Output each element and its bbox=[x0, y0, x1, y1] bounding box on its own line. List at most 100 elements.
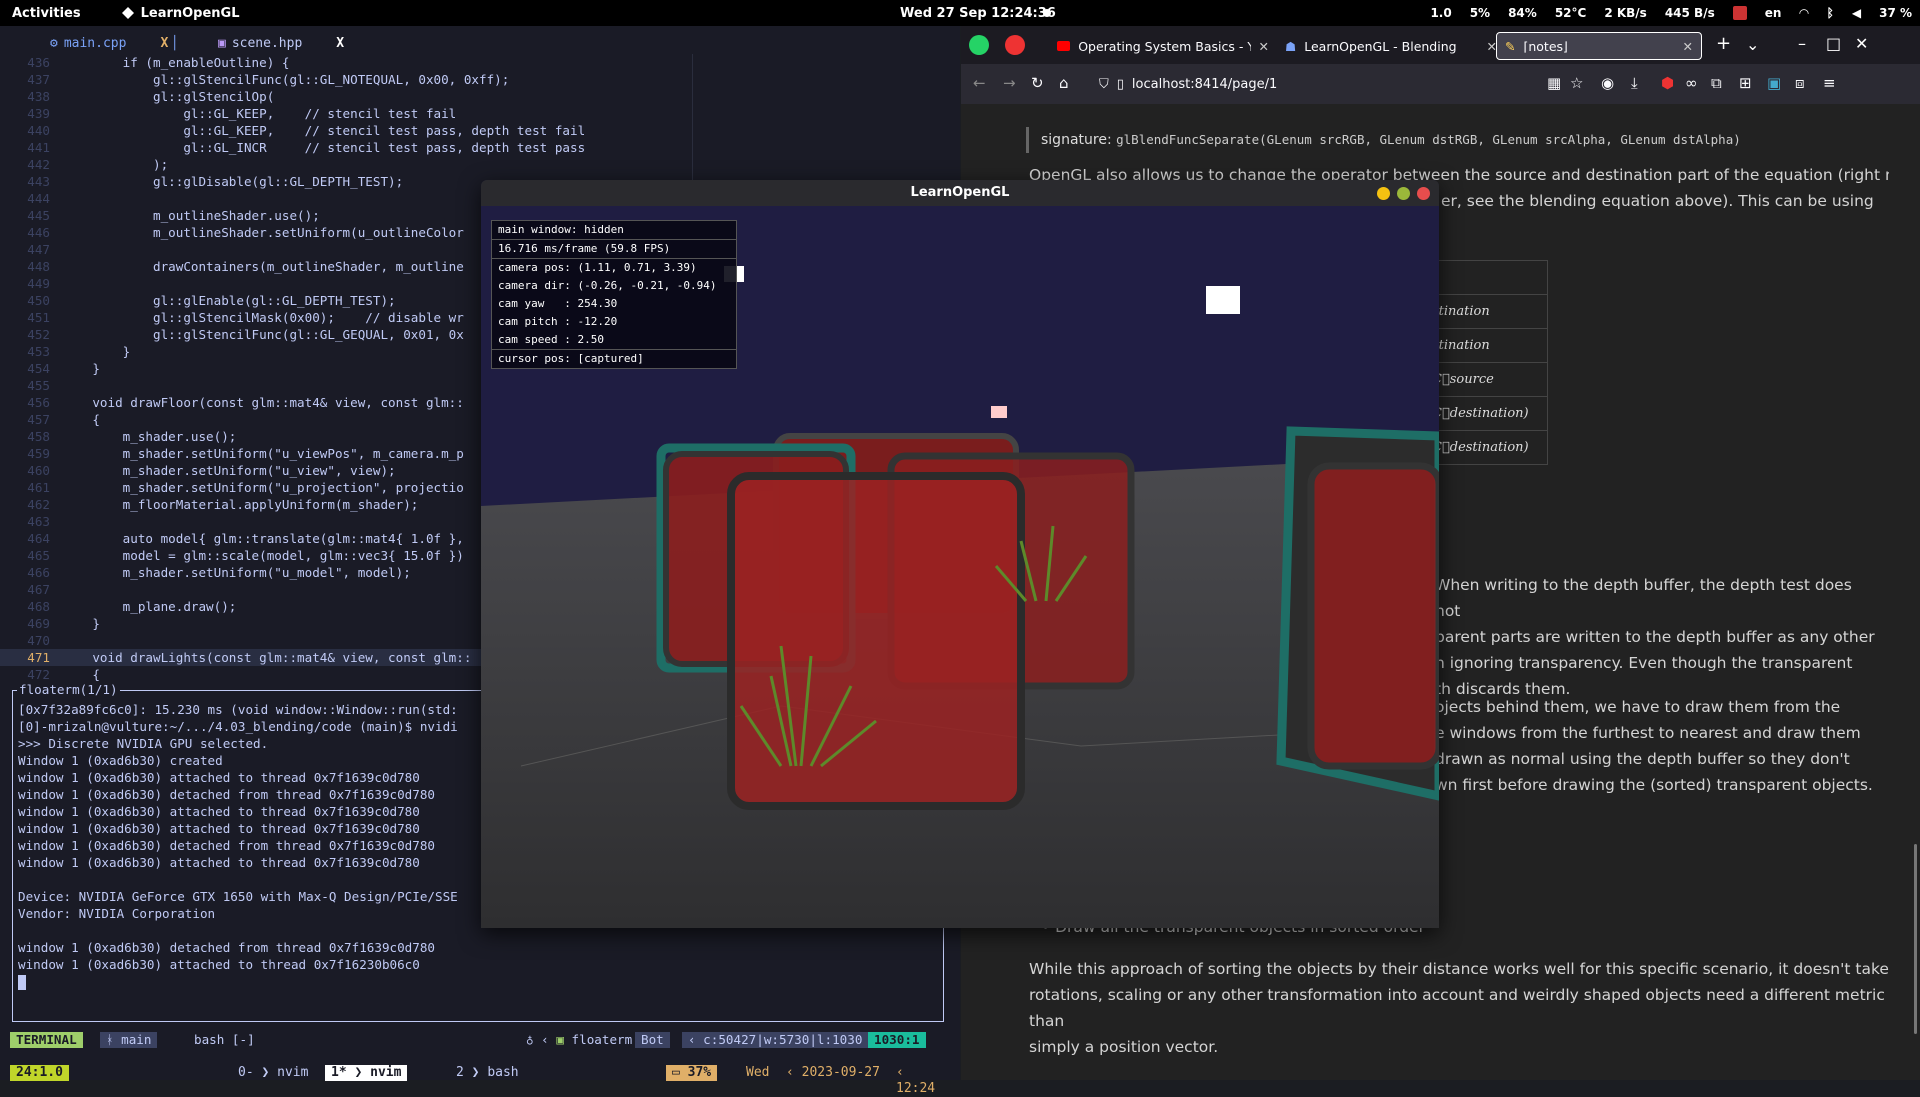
minimize-icon[interactable]: – bbox=[1798, 34, 1806, 53]
close-button[interactable] bbox=[1417, 187, 1430, 200]
eq-row: C⃗destination) bbox=[1432, 439, 1529, 455]
line-text: model = glm::scale(model, glm::vec3{ 15.… bbox=[62, 548, 464, 563]
new-tab-icon[interactable]: + bbox=[1716, 33, 1731, 54]
tab-main-cpp[interactable]: ⚙ main.cpp X ▏ bbox=[50, 36, 182, 51]
minimize-button[interactable] bbox=[1377, 187, 1390, 200]
branch-name: main bbox=[121, 1032, 152, 1047]
wifi-icon[interactable]: ◠ bbox=[1799, 6, 1808, 20]
close-tab-icon[interactable]: ✕ bbox=[1259, 39, 1269, 54]
line-text: gl::GL_INCR // stencil test pass, depth … bbox=[62, 140, 586, 155]
translate-icon[interactable]: ⧉ bbox=[1711, 74, 1722, 92]
maximize-button[interactable] bbox=[1397, 187, 1410, 200]
tmux-window-2[interactable]: 2 ❯ bash bbox=[450, 1065, 525, 1081]
learnopengl-window[interactable]: LearnOpenGL main window: hidden 16.716 m… bbox=[481, 180, 1439, 928]
tmux-window-1[interactable]: 1* ❯ nvim bbox=[325, 1065, 408, 1081]
tab-divider: ▏ bbox=[174, 36, 183, 51]
load-indicator: 1.0 bbox=[1430, 6, 1452, 20]
camera-dir: camera dir: (-0.26, -0.21, -0.94) bbox=[498, 279, 717, 292]
puzzle-icon[interactable]: ⧈ bbox=[1795, 74, 1805, 92]
volume-icon[interactable]: ◀ bbox=[1852, 6, 1861, 20]
text-line: parent parts are written to the depth bu… bbox=[1435, 628, 1875, 646]
battery-value: 37% bbox=[687, 1065, 712, 1080]
floaterm-title: floaterm(1/1) bbox=[17, 681, 120, 698]
line-text: m_shader.setUniform("u_viewPos", m_camer… bbox=[62, 446, 464, 461]
whatsapp-icon[interactable] bbox=[969, 35, 989, 55]
code-line[interactable]: 439 gl::GL_KEEP, // stencil test fail bbox=[0, 105, 960, 122]
window-index: 0- bbox=[238, 1065, 254, 1080]
line-text: m_shader.setUniform("u_model", model); bbox=[62, 565, 411, 580]
code-line[interactable]: 438 gl::glStencilOp( bbox=[0, 88, 960, 105]
terminal-line: window 1 (0xad6b30) detached from thread… bbox=[18, 940, 436, 955]
line-number: 443 bbox=[27, 174, 50, 189]
pinned-app-icon[interactable] bbox=[1005, 35, 1025, 55]
code-line[interactable]: 437 gl::glStencilFunc(gl::GL_NOTEQUAL, 0… bbox=[0, 71, 960, 88]
line-number: 451 bbox=[27, 310, 50, 325]
code-line[interactable]: 442 ); bbox=[0, 156, 960, 173]
battery-indicator[interactable]: 37 % bbox=[1879, 6, 1912, 20]
tab-list-icon[interactable]: ⌄ bbox=[1746, 35, 1759, 54]
save-icon[interactable]: ▣ bbox=[1767, 74, 1781, 92]
extension-icon-2[interactable]: ∞ bbox=[1685, 74, 1698, 92]
tmux-window-0[interactable]: 0- ❯ nvim bbox=[232, 1065, 314, 1081]
url-text[interactable]: localhost:8414/page/1 bbox=[1132, 77, 1277, 92]
tab-learnopengl[interactable]: ☗ LearnOpenGL - Blending ✕ bbox=[1277, 32, 1505, 60]
line-number: 447 bbox=[27, 242, 50, 257]
app-menu[interactable]: LearnOpenGL bbox=[121, 6, 240, 21]
maximize-icon[interactable]: □ bbox=[1826, 34, 1841, 53]
shield-icon[interactable]: ⛉ bbox=[1099, 77, 1109, 92]
code-line[interactable]: 436 if (m_enableOutline) { bbox=[0, 54, 960, 71]
system-tray[interactable]: 1.0 5% 84% 52°C 2 KB/s 445 B/s en ◠ ᛒ ◀ … bbox=[1430, 6, 1912, 20]
extension-grid-icon[interactable]: ▦ bbox=[1547, 74, 1561, 92]
tab-close-icon[interactable]: X bbox=[336, 36, 344, 51]
activities-button[interactable]: Activities bbox=[12, 6, 81, 21]
code-line[interactable]: 440 gl::GL_KEEP, // stencil test pass, d… bbox=[0, 122, 960, 139]
signature-code: glBlendFuncSeparate(GLenum srcRGB, GLenu… bbox=[1116, 132, 1741, 147]
tmux-session[interactable]: 24:1.0 bbox=[10, 1065, 69, 1081]
shell-name: bash [-] bbox=[194, 1032, 255, 1047]
box-far-right bbox=[1307, 462, 1439, 770]
statusline: TERMINAL ᚼ main bash [-] ♁ ‹ ▣ floaterm … bbox=[10, 1032, 946, 1048]
bluetooth-icon[interactable]: ᛒ bbox=[1827, 6, 1834, 20]
back-icon[interactable]: ← bbox=[973, 74, 986, 92]
tab-notes[interactable]: ✎ ⌈notes⌋ ✕ bbox=[1496, 32, 1702, 60]
tab-os-basics[interactable]: Operating System Basics - Yo ✕ bbox=[1049, 32, 1277, 60]
line-text: m_outlineShader.use(); bbox=[62, 208, 320, 223]
download-icon[interactable]: ⤓ bbox=[1631, 74, 1638, 92]
top-bar: Activities LearnOpenGL Wed 27 Sep 12:24:… bbox=[0, 0, 1920, 26]
render-viewport[interactable]: main window: hidden 16.716 ms/frame (59.… bbox=[481, 206, 1439, 928]
scrollbar[interactable] bbox=[1914, 844, 1917, 1034]
window-titlebar[interactable]: LearnOpenGL bbox=[481, 180, 1439, 206]
line-text: gl::GL_KEEP, // stencil test pass, depth… bbox=[62, 123, 586, 138]
tmux-battery: ▭ 37% bbox=[666, 1065, 718, 1081]
debug-overlay: main window: hidden 16.716 ms/frame (59.… bbox=[491, 220, 737, 369]
line-number: 449 bbox=[27, 276, 50, 291]
terminal-cursor bbox=[18, 975, 26, 990]
menu-icon[interactable]: ≡ bbox=[1823, 74, 1836, 92]
clock[interactable]: Wed 27 Sep 12:24:36 bbox=[900, 6, 1056, 21]
line-number: 450 bbox=[27, 293, 50, 308]
eq-row: stination bbox=[1432, 295, 1547, 329]
line-number: 453 bbox=[27, 344, 50, 359]
text-line: simply a position vector. bbox=[1029, 1038, 1219, 1056]
url-bar[interactable]: ⛉ ▯ localhost:8414/page/1 bbox=[1099, 69, 1439, 99]
close-window-icon[interactable]: ✕ bbox=[1855, 34, 1868, 53]
tab-scene-hpp[interactable]: ▣ scene.hpp X bbox=[218, 36, 344, 51]
close-tab-icon[interactable]: ✕ bbox=[1683, 39, 1693, 54]
extensions-icon[interactable]: ⊞ bbox=[1739, 74, 1752, 92]
forward-icon[interactable]: → bbox=[1003, 74, 1016, 92]
ublock-icon[interactable]: ⬢ bbox=[1661, 74, 1674, 92]
line-number: 459 bbox=[27, 446, 50, 461]
notification-dot bbox=[1043, 9, 1051, 17]
red-app-icon[interactable] bbox=[1732, 6, 1747, 20]
code-line[interactable]: 441 gl::GL_INCR // stencil test pass, de… bbox=[0, 139, 960, 156]
reload-icon[interactable]: ↻ bbox=[1031, 74, 1044, 92]
light-cube bbox=[991, 406, 1007, 418]
home-icon[interactable]: ⌂ bbox=[1059, 74, 1069, 92]
cursor-status: cursor pos: [captured] bbox=[492, 349, 736, 368]
line-text: gl::GL_KEEP, // stencil test fail bbox=[62, 106, 457, 121]
keyboard-layout[interactable]: en bbox=[1765, 6, 1782, 20]
extension-icon[interactable]: ◉ bbox=[1601, 74, 1614, 92]
bookmark-star-icon[interactable]: ☆ bbox=[1570, 74, 1583, 92]
tab-close-icon[interactable]: X bbox=[160, 36, 168, 51]
navigation-bar: ← → ↻ ⌂ ⛉ ▯ localhost:8414/page/1 ▦ ☆ ◉ … bbox=[961, 64, 1920, 104]
